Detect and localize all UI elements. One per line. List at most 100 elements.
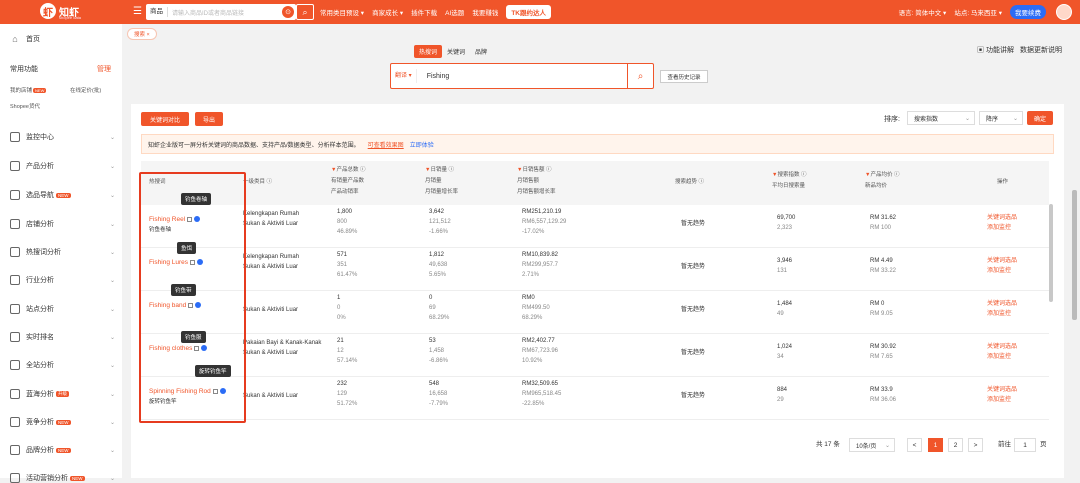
sidebar-item-chart[interactable]: 行业分析 ⌄ [10,275,115,285]
page-scrollbar[interactable] [1072,190,1077,320]
sidebar-item-box[interactable]: 产品分析 ⌄ [10,161,115,171]
sidebar-item-event[interactable]: 活动营销分析 NEW ⌄ [10,473,115,483]
prev-page-button[interactable]: < [907,438,922,452]
sidebar-item-globe[interactable]: 全站分析 ⌄ [10,360,115,370]
search-icon[interactable]: ⌕ [296,4,314,20]
th-price[interactable]: ▼产品均价 ⓘ 新品均价 [865,170,900,192]
avatar[interactable] [1056,4,1072,20]
category-level2[interactable]: Sukan & Aktiviti Luar [243,307,298,313]
table-row: 旋转钓鱼竿 Spinning Fishing Rod 旋转钓鱼竿 Sukan & Ak… [141,365,1049,420]
search-category-select[interactable]: 商品 [146,7,168,17]
logo[interactable]: 虾 知虾 shopee data [40,3,81,20]
table-header: 热搜词 一级类目 ⓘ ▼产品总数 ⓘ 有销量产品数 产品动销率 ▼日销量 ⓘ 月销量月… [141,161,1049,205]
data-update-link[interactable]: 数据更新说明 [1020,45,1062,55]
nav-item-ai-topic[interactable]: AI选题 [445,7,464,17]
keyword-select-link[interactable]: 关键词选品 [987,213,1017,223]
box-icon [10,161,20,171]
nav-item-earn-money[interactable]: 我要赚钱 [472,7,498,17]
quick-link-pricing[interactable]: 在线定价(批) [70,86,101,94]
keyword-select-link[interactable]: 关键词选品 [987,299,1017,309]
camera-search-icon[interactable]: ⊙ [282,6,294,18]
quick-link-shopee-agent[interactable]: Shopee货代 [10,102,40,110]
language-select[interactable]: 语言: 简体中文 ▾ [899,7,947,17]
nav-item-merchant-growth[interactable]: 商家成长 ▾ [372,7,403,17]
page-size-select[interactable]: 10条/页 ⌄ [849,438,895,452]
category-level2[interactable]: Sukan & Aktiviti Luar [243,350,298,356]
keyword-search-input[interactable]: Fishing [417,73,627,80]
category-level1[interactable]: Pakaian Bayi & Kanak-Kanak [243,340,321,346]
category-level2[interactable]: Sukan & Aktiviti Luar [243,221,298,227]
th-category: 一级类目 ⓘ [243,179,273,185]
th-sales[interactable]: ▼日销量 ⓘ 月销量 月销量增长率 [425,165,458,198]
next-page-button[interactable]: > [968,438,983,452]
breadcrumb-tab-search[interactable]: 搜索 × [127,28,157,40]
history-button[interactable]: 查看历史记录 [660,70,708,83]
goto-page-input[interactable]: 1 [1014,438,1036,452]
keyword-type-tabs: 热搜词 关键词 品牌 [414,45,492,58]
operations-cell: 关键词选品 添加监控 [987,213,1017,233]
add-monitor-link[interactable]: 添加监控 [987,309,1017,319]
sort-field-select[interactable]: 搜索指数 ⌄ [907,111,975,125]
page-button-2[interactable]: 2 [948,438,963,452]
sidebar-item-shop[interactable]: 店铺分析 ⌄ [10,219,115,229]
renew-button[interactable]: 我要续费 [1010,5,1046,19]
site-select[interactable]: 站点: 马来西亚 ▾ [954,7,1002,17]
sidebar-item-home[interactable]: ⌂ 首页 [10,34,115,44]
category-level2[interactable]: Sukan & Aktiviti Luar [243,264,298,270]
page-button-1[interactable]: 1 [928,438,943,452]
add-monitor-link[interactable]: 添加监控 [987,266,1017,276]
sidebar-item-fire[interactable]: 热搜词分析 ⌄ [10,247,115,257]
sidebar-item-brand[interactable]: 品牌分析 NEW ⌄ [10,445,115,455]
keyword-select-link[interactable]: 关键词选品 [987,342,1017,352]
try-now-link[interactable]: 立即体验 [410,140,434,149]
sidebar-item-ocean[interactable]: 蓝海分析 升级 ⌄ [10,389,115,399]
export-button[interactable]: 导出 [195,112,223,126]
global-search-box[interactable]: 商品 请输入商品ID或者商品链接 ⊙ [146,4,296,20]
global-search-input[interactable]: 请输入商品ID或者商品链接 [168,8,282,17]
translate-select[interactable]: 翻译 ▾ [391,69,417,83]
view-demo-link[interactable]: 可查看效果图 [368,140,404,149]
tk-creator-button[interactable]: TK跟约达人 [506,5,551,19]
add-monitor-link[interactable]: 添加监控 [987,223,1017,233]
keyword-compare-button[interactable]: 关键词对比 [141,112,189,126]
chevron-down-icon: ⌄ [964,115,970,122]
chevron-down-icon: ⌄ [1012,115,1018,122]
trend-cell: 暂无趋势 [681,307,706,313]
category-level1[interactable]: Kelengkapan Rumah [243,254,299,260]
sidebar-item-rank[interactable]: 实时排名 ⌄ [10,332,115,342]
chevron-down-icon: ⌄ [884,442,890,449]
nav-item-category-preset[interactable]: 常用类目预设 ▾ [320,7,364,17]
chevron-down-icon: ⌄ [109,334,115,341]
manage-link[interactable]: 管理 [97,64,111,74]
chevron-down-icon: ⌄ [109,249,115,256]
new-badge: NEW [33,88,47,93]
tab-brand[interactable]: 品牌 [470,45,492,58]
add-monitor-link[interactable]: 添加监控 [987,352,1017,362]
sort-order-select[interactable]: 降序 ⌄ [979,111,1023,125]
th-revenue[interactable]: ▼日销售额 ⓘ 月销售额 月销售额增长率 [517,165,556,198]
keyword-select-link[interactable]: 关键词选品 [987,385,1017,395]
nav-item-plugin-download[interactable]: 插件下载 [411,7,437,17]
sidebar-item-compete[interactable]: 竞争分析 NEW ⌄ [10,417,115,427]
menu-toggle-icon[interactable]: ☰ [133,7,142,17]
enterprise-notice: 知虾企业版可一屏分析关键词的商品数据、支持产品/数据类型、分析样本范围。 可查看… [141,134,1054,154]
table-scrollbar[interactable] [1049,204,1053,302]
price-cell: RM 33.9 RM 36.06 [870,387,897,403]
sidebar-item-monitor[interactable]: 监控中心 ⌄ [10,132,115,142]
category-level2[interactable]: Sukan & Aktiviti Luar [243,393,298,399]
function-guide-link[interactable]: ▣ 功能讲解 [977,45,1014,55]
tab-hot-search[interactable]: 热搜词 [414,45,443,58]
tab-keyword[interactable]: 关键词 [442,45,470,58]
search-button[interactable]: ⌕ [627,64,653,88]
revenue-cell: RM251,210.19 RM6,557,129.29 -17.02% [522,209,567,235]
category-level1[interactable]: Kelengkapan Rumah [243,211,299,217]
sidebar-item-site[interactable]: 站点分析 ⌄ [10,304,115,314]
confirm-button[interactable]: 确定 [1027,111,1053,125]
new-badge: NEW [70,475,85,481]
quick-link-my-shop[interactable]: 我的店铺 NEW [10,86,47,94]
add-monitor-link[interactable]: 添加监控 [987,395,1017,405]
th-search-index[interactable]: ▼搜索指数 ⓘ 平均日搜索量 [772,170,807,192]
keyword-select-link[interactable]: 关键词选品 [987,256,1017,266]
th-products[interactable]: ▼产品总数 ⓘ 有销量产品数 产品动销率 [331,165,366,198]
sidebar-item-compass[interactable]: 选品导航 NEW ⌄ [10,190,115,200]
